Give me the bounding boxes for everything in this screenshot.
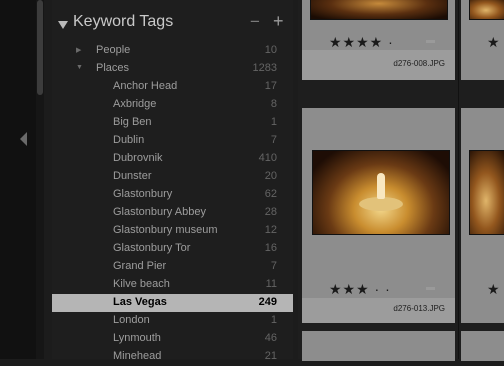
photo-thumbnail[interactable] bbox=[310, 0, 448, 20]
keyword-row[interactable]: London 1 bbox=[52, 312, 293, 330]
photo-cell[interactable] bbox=[302, 331, 455, 361]
star-rating[interactable]: ★ bbox=[487, 281, 501, 298]
panel-title: Keyword Tags bbox=[73, 13, 174, 30]
photo-thumbnail[interactable] bbox=[312, 150, 450, 235]
keyword-count: 7 bbox=[270, 260, 277, 272]
keyword-count: 8 bbox=[270, 98, 277, 110]
keyword-name: Dunster bbox=[113, 170, 152, 182]
keyword-count: 28 bbox=[264, 206, 277, 218]
keyword-row[interactable]: Glastonbury 62 bbox=[52, 186, 293, 204]
keyword-row[interactable]: Grand Pier 7 bbox=[52, 258, 293, 276]
keyword-name: Grand Pier bbox=[113, 260, 167, 272]
keyword-row[interactable]: Dubrovnik 410 bbox=[52, 150, 293, 168]
keyword-count: 20 bbox=[264, 170, 277, 182]
color-label-icon[interactable] bbox=[426, 287, 435, 290]
keyword-name: Dubrovnik bbox=[113, 152, 163, 164]
column-divider bbox=[458, 0, 459, 359]
statue-shape bbox=[377, 173, 385, 199]
photo-grid: d276-008.JPG ★★★★ · ★★★ · · d276-013.JPG… bbox=[298, 0, 504, 361]
keyword-row[interactable]: Minehead 21 bbox=[52, 348, 293, 366]
keyword-count: 10 bbox=[264, 44, 277, 56]
keyword-count: 17 bbox=[264, 80, 277, 92]
keyword-name: Anchor Head bbox=[113, 80, 178, 92]
photo-cell-partial[interactable]: ★ bbox=[461, 0, 504, 80]
keyword-count: 12 bbox=[264, 224, 277, 236]
keyword-count: 1 bbox=[270, 314, 277, 326]
keyword-count: 62 bbox=[264, 188, 277, 200]
keyword-count: 249 bbox=[258, 296, 277, 308]
keyword-row[interactable]: Glastonbury museum 12 bbox=[52, 222, 293, 240]
panel-collapse-triangle-icon[interactable] bbox=[58, 21, 68, 29]
keyword-name: Lynmouth bbox=[113, 332, 161, 344]
collapse-left-panel-icon[interactable] bbox=[20, 132, 27, 146]
keyword-count: 7 bbox=[270, 134, 277, 146]
photo-cell[interactable]: ★★★ · · d276-013.JPG bbox=[302, 108, 455, 323]
keyword-count: 1 bbox=[270, 116, 277, 128]
keyword-count: 1283 bbox=[252, 62, 277, 74]
panel-scrollbar-thumb[interactable] bbox=[37, 0, 43, 95]
photo-thumbnail[interactable] bbox=[469, 0, 504, 20]
keyword-row[interactable]: Glastonbury Abbey 28 bbox=[52, 204, 293, 222]
keyword-name: Places bbox=[96, 62, 130, 74]
panel-header[interactable]: Keyword Tags − + bbox=[52, 10, 293, 40]
star-rating[interactable]: ★★★★ · bbox=[329, 34, 394, 51]
keyword-count: 410 bbox=[258, 152, 277, 164]
keyword-name: Glastonbury museum bbox=[113, 224, 218, 236]
photo-cell-partial[interactable] bbox=[461, 331, 504, 361]
filename-label: d276-008.JPG bbox=[393, 59, 445, 68]
filename-label: d276-013.JPG bbox=[393, 304, 445, 313]
keyword-list: ▶ People 10 ▼ Places 1283 Anchor Head 17… bbox=[52, 42, 293, 366]
star-rating[interactable]: ★★★ · · bbox=[329, 281, 391, 298]
keyword-name: Dublin bbox=[113, 134, 145, 146]
keyword-row[interactable]: Dunster 20 bbox=[52, 168, 293, 186]
keyword-count: 21 bbox=[264, 350, 277, 362]
keyword-name: Glastonbury bbox=[113, 188, 173, 200]
keyword-row[interactable]: Axbridge 8 bbox=[52, 96, 293, 114]
star-rating[interactable]: ★ bbox=[487, 34, 501, 51]
keyword-row-people[interactable]: ▶ People 10 bbox=[52, 42, 293, 60]
keyword-name: Big Ben bbox=[113, 116, 152, 128]
keyword-row[interactable]: Anchor Head 17 bbox=[52, 78, 293, 96]
keyword-name: London bbox=[113, 314, 150, 326]
keyword-count: 11 bbox=[265, 278, 277, 290]
collapse-triangle-icon[interactable]: ▼ bbox=[76, 64, 83, 71]
keyword-row[interactable]: Big Ben 1 bbox=[52, 114, 293, 132]
keyword-name: Glastonbury Abbey bbox=[113, 206, 206, 218]
keyword-count: 16 bbox=[264, 242, 277, 254]
photo-cell[interactable]: d276-008.JPG ★★★★ · bbox=[302, 0, 455, 80]
keyword-name: Minehead bbox=[113, 350, 162, 362]
keyword-row[interactable]: Lynmouth 46 bbox=[52, 330, 293, 348]
keyword-name: Axbridge bbox=[113, 98, 157, 110]
keyword-row-selected[interactable]: Las Vegas 249 bbox=[52, 294, 293, 312]
keyword-name: Las Vegas bbox=[113, 296, 167, 308]
keyword-row[interactable]: Glastonbury Tor 16 bbox=[52, 240, 293, 258]
keyword-row[interactable]: Kilve beach 11 bbox=[52, 276, 293, 294]
remove-keyword-button[interactable]: − bbox=[250, 12, 260, 32]
photo-cell-partial[interactable]: ★ bbox=[461, 108, 504, 323]
keyword-row[interactable]: Dublin 7 bbox=[52, 132, 293, 150]
keyword-name: Kilve beach bbox=[113, 278, 170, 290]
keyword-row-places[interactable]: ▼ Places 1283 bbox=[52, 60, 293, 78]
left-panel-edge bbox=[0, 0, 36, 359]
keyword-name: People bbox=[96, 44, 131, 56]
cell-footer: d276-013.JPG bbox=[302, 298, 455, 323]
photo-thumbnail[interactable] bbox=[469, 150, 504, 235]
keyword-tags-panel: Keyword Tags − + ▶ People 10 ▼ Places 12… bbox=[52, 0, 293, 362]
expand-triangle-icon[interactable]: ▶ bbox=[76, 46, 81, 54]
color-label-icon[interactable] bbox=[426, 40, 435, 43]
keyword-name: Glastonbury Tor bbox=[113, 242, 191, 254]
keyword-count: 46 bbox=[264, 332, 277, 344]
cell-footer: d276-008.JPG bbox=[302, 50, 455, 80]
fountain-shape bbox=[359, 197, 403, 211]
add-keyword-button[interactable]: + bbox=[273, 11, 284, 32]
